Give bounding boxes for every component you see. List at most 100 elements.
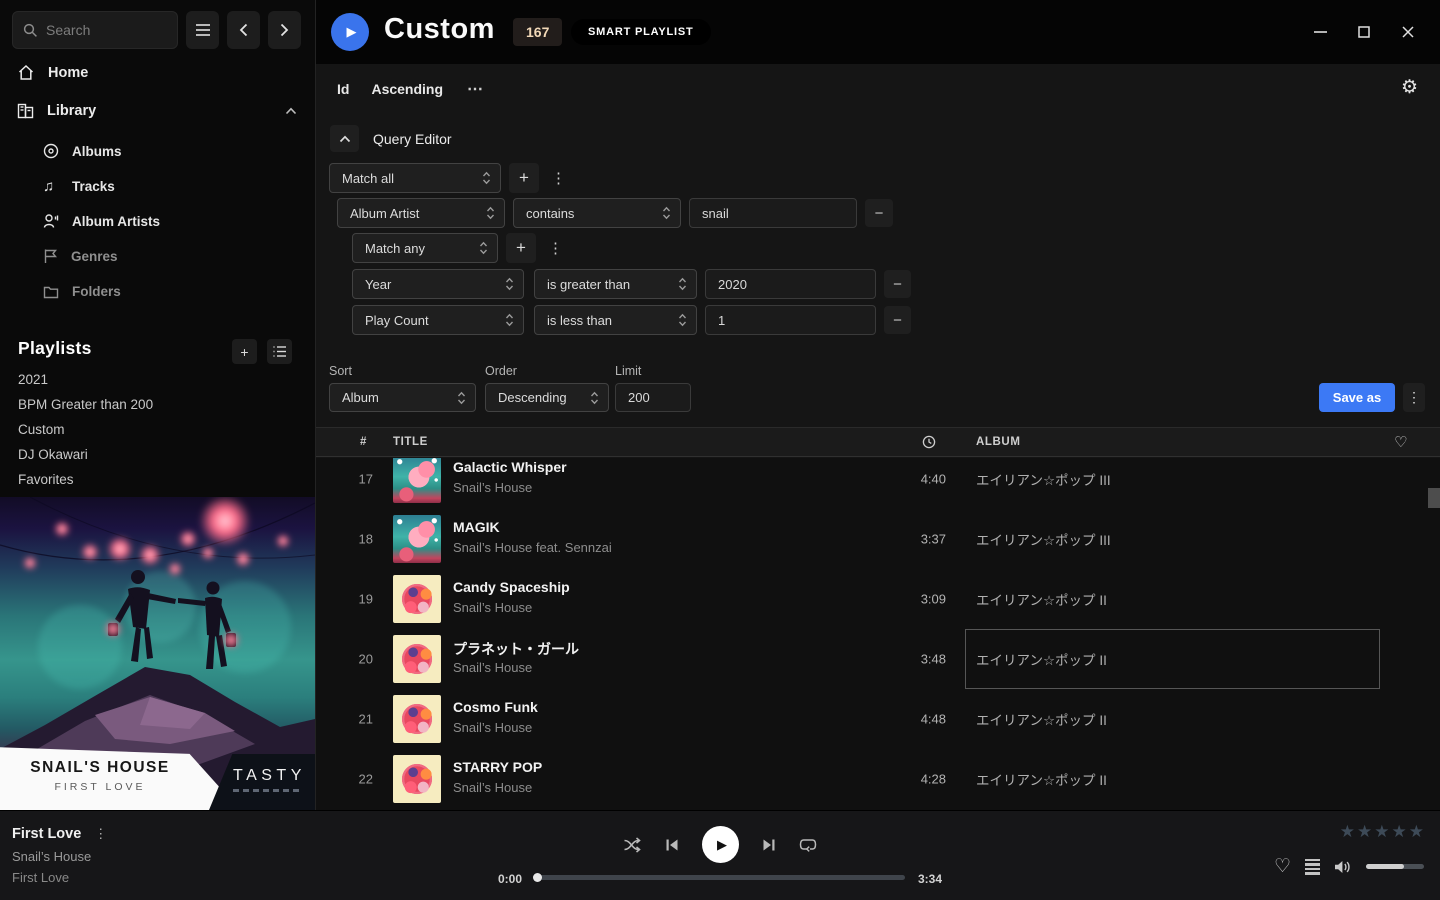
select-arrows-icon bbox=[482, 171, 491, 185]
star-icon[interactable]: ★ bbox=[1392, 822, 1407, 842]
order-select[interactable]: Descending bbox=[485, 383, 609, 412]
queue-icon[interactable] bbox=[1305, 859, 1320, 875]
rule-value-input[interactable] bbox=[705, 305, 876, 335]
star-icon[interactable]: ★ bbox=[1340, 822, 1355, 842]
duration-column-icon[interactable] bbox=[922, 435, 936, 449]
play-playlist-button[interactable]: ▶ bbox=[331, 13, 369, 51]
seek-slider-thumb[interactable] bbox=[533, 873, 542, 882]
sidebar-item-albums[interactable]: Albums bbox=[43, 143, 122, 159]
playlist-item[interactable]: BPM Greater than 200 bbox=[18, 397, 153, 412]
settings-gear-button[interactable]: ⚙ bbox=[1401, 76, 1418, 99]
repeat-button[interactable] bbox=[799, 837, 817, 852]
add-group-rule-button[interactable]: + bbox=[506, 233, 536, 263]
column-header-album[interactable]: ALBUM bbox=[976, 436, 1021, 448]
track-album-link[interactable]: エイリアン☆ポップ III bbox=[976, 529, 1111, 549]
now-playing-menu-button[interactable]: ⋮ bbox=[94, 826, 107, 842]
sidebar-item-library[interactable]: Library bbox=[17, 103, 297, 119]
table-row[interactable]: 18 MAGIK Snail’s House feat. Sennzai 3:3… bbox=[316, 509, 1440, 569]
sidebar-item-tracks[interactable]: ♫ Tracks bbox=[43, 178, 115, 195]
remove-rule-button[interactable]: − bbox=[865, 199, 893, 227]
nav-back-button[interactable] bbox=[227, 11, 260, 49]
sort-direction-button[interactable]: Ascending bbox=[371, 81, 443, 97]
column-header-title[interactable]: TITLE bbox=[393, 436, 428, 448]
chevron-up-icon[interactable] bbox=[285, 107, 297, 115]
playlist-list-button[interactable] bbox=[267, 339, 292, 364]
root-group-menu-button[interactable]: ⋮ bbox=[547, 169, 570, 187]
minimize-button[interactable] bbox=[1298, 12, 1342, 52]
track-artist-link[interactable]: Snail’s House bbox=[453, 480, 532, 495]
previous-button[interactable] bbox=[665, 838, 679, 852]
query-rule-row: Play Count is less than − bbox=[352, 305, 911, 335]
search-input-wrap[interactable] bbox=[12, 11, 178, 49]
rule-field-select[interactable]: Album Artist bbox=[337, 198, 505, 228]
maximize-button[interactable] bbox=[1342, 12, 1386, 52]
track-album-link[interactable]: エイリアン☆ポップ II bbox=[976, 649, 1107, 669]
playlist-item[interactable]: 2021 bbox=[18, 372, 48, 387]
sidebar-item-folders[interactable]: Folders bbox=[43, 284, 121, 299]
add-playlist-button[interactable]: + bbox=[232, 339, 257, 364]
rule-field-select[interactable]: Year bbox=[352, 269, 524, 299]
playlist-item[interactable]: Custom bbox=[18, 422, 65, 437]
more-options-button[interactable]: ⋯ bbox=[467, 79, 484, 99]
sidebar-item-album-artists[interactable]: Album Artists bbox=[43, 213, 160, 229]
playlist-item[interactable]: Favorites bbox=[18, 472, 74, 487]
track-album-link[interactable]: エイリアン☆ポップ III bbox=[976, 469, 1111, 489]
group-menu-button[interactable]: ⋮ bbox=[544, 239, 567, 257]
rule-value-input[interactable] bbox=[705, 269, 876, 299]
sort-select[interactable]: Album bbox=[329, 383, 476, 412]
rule-operator-select[interactable]: is greater than bbox=[534, 269, 697, 299]
volume-icon[interactable] bbox=[1334, 860, 1352, 874]
sort-field-button[interactable]: Id bbox=[337, 81, 349, 97]
volume-slider[interactable] bbox=[1366, 864, 1424, 869]
close-button[interactable] bbox=[1386, 12, 1430, 52]
root-match-select[interactable]: Match all bbox=[329, 163, 501, 193]
now-playing-artist[interactable]: Snail’s House bbox=[12, 849, 107, 864]
track-artist-link[interactable]: Snail’s House bbox=[453, 780, 532, 795]
track-artist-link[interactable]: Snail’s House bbox=[453, 660, 532, 675]
next-button[interactable] bbox=[762, 838, 776, 852]
star-icon[interactable]: ★ bbox=[1409, 822, 1424, 842]
playlist-title: Custom bbox=[384, 13, 495, 46]
play-pause-button[interactable]: ▶ bbox=[702, 826, 739, 863]
collapse-query-editor-button[interactable] bbox=[330, 125, 359, 152]
favorite-column-icon[interactable]: ♡ bbox=[1394, 433, 1408, 451]
search-input[interactable] bbox=[46, 22, 167, 38]
favorite-button[interactable]: ♡ bbox=[1274, 855, 1291, 878]
table-row[interactable]: 19 Candy Spaceship Snail’s House 3:09 エイ… bbox=[316, 569, 1440, 629]
nav-forward-button[interactable] bbox=[268, 11, 301, 49]
scrollbar-thumb[interactable] bbox=[1428, 488, 1440, 508]
track-album-link[interactable]: エイリアン☆ポップ II bbox=[976, 709, 1107, 729]
column-header-number[interactable]: # bbox=[360, 436, 367, 448]
sidebar-item-home[interactable]: Home bbox=[17, 64, 88, 81]
rule-value-input[interactable] bbox=[689, 198, 857, 228]
track-album-link[interactable]: エイリアン☆ポップ II bbox=[976, 589, 1107, 609]
star-icon[interactable]: ★ bbox=[1374, 822, 1389, 842]
table-row[interactable]: 20 プラネット・ガール Snail’s House 3:48 エイリアン☆ポッ… bbox=[316, 629, 1440, 689]
rule-field-select[interactable]: Play Count bbox=[352, 305, 524, 335]
menu-button[interactable] bbox=[186, 11, 219, 49]
rule-operator-select[interactable]: is less than bbox=[534, 305, 697, 335]
table-row[interactable]: 17 Galactic Whisper Snail’s House 4:40 エ… bbox=[316, 458, 1440, 509]
sidebar-item-genres[interactable]: Genres bbox=[43, 248, 118, 264]
add-rule-button[interactable]: + bbox=[509, 163, 539, 193]
group-match-select[interactable]: Match any bbox=[352, 233, 498, 263]
shuffle-button[interactable] bbox=[623, 837, 642, 853]
track-artist-link[interactable]: Snail’s House bbox=[453, 600, 532, 615]
track-artist-link[interactable]: Snail’s House feat. Sennzai bbox=[453, 540, 612, 555]
limit-input[interactable] bbox=[615, 383, 691, 412]
playlist-item[interactable]: DJ Okawari bbox=[18, 447, 88, 462]
seek-slider[interactable] bbox=[535, 875, 905, 880]
remove-rule-button[interactable]: − bbox=[884, 306, 911, 334]
table-row[interactable]: 21 Cosmo Funk Snail’s House 4:48 エイリアン☆ポ… bbox=[316, 689, 1440, 749]
track-list: 17 Galactic Whisper Snail’s House 4:40 エ… bbox=[316, 458, 1440, 810]
star-icon[interactable]: ★ bbox=[1357, 822, 1372, 842]
rule-operator-select[interactable]: contains bbox=[513, 198, 681, 228]
save-menu-button[interactable]: ⋮ bbox=[1403, 383, 1425, 412]
table-row[interactable]: 22 STARRY POP Snail’s House 4:28 エイリアン☆ポ… bbox=[316, 749, 1440, 809]
now-playing-title[interactable]: First Love bbox=[12, 826, 81, 842]
now-playing-album[interactable]: First Love bbox=[12, 870, 107, 885]
track-album-link[interactable]: エイリアン☆ポップ II bbox=[976, 769, 1107, 789]
remove-rule-button[interactable]: − bbox=[884, 270, 911, 298]
track-artist-link[interactable]: Snail’s House bbox=[453, 720, 532, 735]
save-as-button[interactable]: Save as bbox=[1319, 383, 1395, 412]
